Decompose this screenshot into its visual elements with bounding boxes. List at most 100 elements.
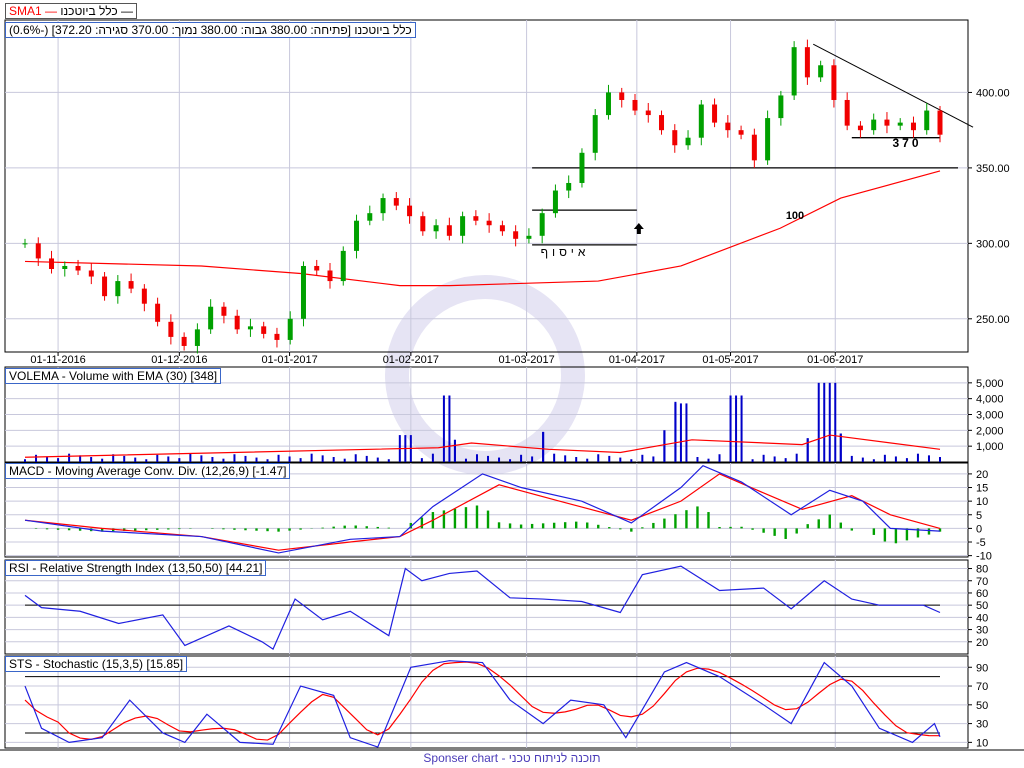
candle-body bbox=[499, 225, 505, 232]
candle-body bbox=[393, 198, 399, 206]
y-tick-label: 10 bbox=[976, 496, 988, 508]
candle-body bbox=[380, 198, 386, 214]
volume-bar bbox=[751, 459, 754, 462]
y-tick-label: 5,000 bbox=[976, 378, 1004, 390]
candle-body bbox=[539, 213, 545, 236]
volume-bar bbox=[784, 458, 787, 462]
volume-bar bbox=[894, 456, 897, 462]
y-tick-label: 250.00 bbox=[976, 314, 1010, 326]
y-tick-label: 30 bbox=[976, 719, 988, 731]
candle-body bbox=[115, 281, 121, 297]
y-tick-label: 5 bbox=[976, 510, 982, 522]
candle-body bbox=[831, 65, 837, 100]
x-tick-label: 01-03-2017 bbox=[498, 354, 554, 366]
up-arrow-icon bbox=[633, 223, 644, 234]
volume-bar bbox=[939, 457, 941, 462]
candle-body bbox=[88, 270, 94, 277]
macd-histogram-bar bbox=[486, 510, 490, 529]
macd-histogram-bar bbox=[608, 527, 611, 529]
macd-histogram-bar bbox=[376, 526, 379, 529]
macd-histogram-bar bbox=[233, 528, 236, 530]
volume-bar bbox=[90, 457, 93, 462]
candle-body bbox=[857, 125, 863, 131]
macd-histogram-bar bbox=[420, 517, 424, 529]
macd-histogram-bar bbox=[475, 505, 479, 529]
volume-bar bbox=[916, 453, 919, 462]
volume-bar bbox=[354, 454, 357, 462]
candle-body bbox=[645, 110, 651, 116]
macd-histogram-bar bbox=[806, 524, 809, 529]
volume-bar bbox=[575, 457, 578, 462]
candle-body bbox=[128, 281, 134, 289]
sts-k-line bbox=[24, 660, 941, 748]
y-tick-label: -10 bbox=[976, 551, 992, 563]
macd-histogram-bar bbox=[134, 528, 137, 531]
candle-body bbox=[791, 47, 797, 96]
macd-histogram-bar bbox=[839, 522, 842, 529]
volume-bar bbox=[531, 456, 534, 462]
candle-body bbox=[274, 333, 280, 340]
volume-bar bbox=[464, 458, 467, 462]
candle-body bbox=[552, 190, 558, 214]
volume-bar bbox=[442, 395, 445, 462]
macd-histogram-bar bbox=[552, 522, 556, 529]
macd-histogram-bar bbox=[663, 518, 666, 529]
volume-bar bbox=[905, 458, 908, 462]
macd-histogram-bar bbox=[244, 528, 247, 531]
volume-bar bbox=[685, 403, 688, 462]
macd-histogram-bar bbox=[575, 521, 578, 529]
candle-body bbox=[804, 47, 810, 78]
candle-body bbox=[141, 288, 147, 304]
candle-body bbox=[168, 321, 174, 337]
volume-bar bbox=[376, 457, 379, 462]
candle-body bbox=[473, 216, 479, 221]
candle-body bbox=[247, 326, 253, 330]
volume-bar bbox=[310, 453, 313, 462]
macd-histogram-bar bbox=[597, 524, 600, 529]
candle-body bbox=[155, 303, 161, 322]
macd-histogram-bar bbox=[519, 524, 523, 529]
volume-bar bbox=[134, 457, 137, 462]
volume-bar bbox=[553, 453, 556, 462]
x-tick-label: 01-06-2017 bbox=[807, 354, 863, 366]
candle-body bbox=[592, 115, 598, 153]
volume-bar bbox=[883, 454, 886, 462]
macd-histogram-bar bbox=[740, 526, 743, 529]
candle-body bbox=[314, 265, 320, 271]
volume-bar bbox=[200, 455, 203, 462]
volume-bar bbox=[123, 455, 126, 462]
volume-bar bbox=[674, 401, 677, 462]
y-tick-label: 2,000 bbox=[976, 425, 1004, 437]
volume-bar bbox=[498, 457, 501, 462]
volume-bar bbox=[542, 431, 545, 462]
macd-histogram-bar bbox=[387, 527, 390, 529]
volume-legend: VOLEMA - Volume with EMA (30) [348] bbox=[5, 368, 222, 384]
macd-histogram-bar bbox=[784, 528, 787, 539]
candle-body bbox=[234, 315, 240, 330]
volume-bar bbox=[619, 457, 622, 462]
y-tick-label: 1,000 bbox=[976, 441, 1004, 453]
volume-bar bbox=[244, 455, 247, 462]
macd-histogram-bar bbox=[56, 528, 60, 530]
volume-bar bbox=[707, 458, 710, 462]
volume-bar bbox=[729, 395, 732, 462]
volume-bar bbox=[167, 456, 170, 462]
volume-bar bbox=[652, 456, 655, 462]
chart-canvas[interactable]: 250.00 300.00 350.00 400.00 1,000 2,000 3,000 4… bbox=[0, 0, 1024, 768]
candle-body bbox=[420, 216, 426, 232]
legend-sma: — SMA1 bbox=[9, 4, 58, 18]
candle-body bbox=[818, 65, 824, 78]
macd-histogram-bar bbox=[321, 527, 324, 529]
x-tick-label: 01-05-2017 bbox=[702, 354, 758, 366]
candle-body bbox=[513, 231, 519, 239]
volume-bar bbox=[872, 459, 875, 462]
candle-body bbox=[327, 270, 333, 282]
candle-body bbox=[566, 182, 572, 191]
footer-sponsor[interactable]: Sponser chart - תוכנה לניתוח טכני bbox=[0, 751, 1024, 765]
y-tick-label: 3,000 bbox=[976, 410, 1004, 422]
volume-bar bbox=[24, 459, 26, 462]
trendline bbox=[812, 43, 974, 128]
volume-bar bbox=[288, 456, 291, 462]
candle-body bbox=[751, 134, 757, 161]
macd-histogram-bar bbox=[641, 527, 644, 529]
